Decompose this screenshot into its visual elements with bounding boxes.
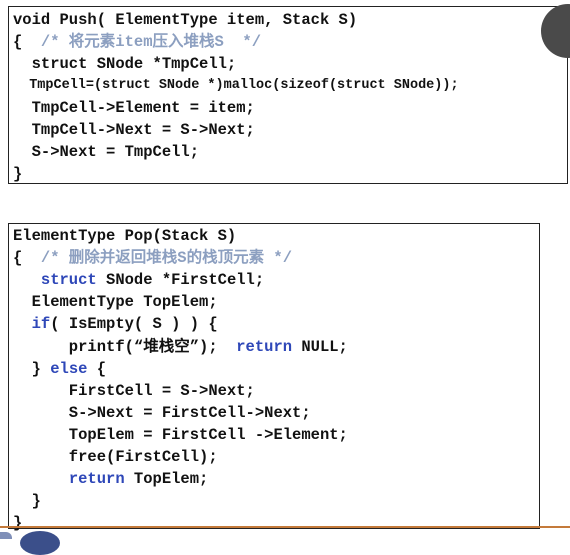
pop-code-line: free(FirstCell); — [13, 447, 218, 467]
code-text: } — [13, 359, 51, 378]
push-code-line: TmpCell->Next = S->Next; — [13, 120, 255, 140]
pop-code-line: if( IsEmpty( S ) ) { — [13, 314, 218, 334]
code-text: TopElem = FirstCell ->Element; — [13, 425, 348, 444]
code-text: ElementType TopElem; — [13, 293, 218, 312]
code-text: printf(“堆栈空”); — [13, 337, 237, 356]
code-keyword: return — [68, 470, 125, 489]
push-code-line: { /* 将元素item压入堆栈S */ — [13, 32, 261, 52]
code-text: FirstCell = S->Next; — [13, 381, 255, 400]
pop-code-block: ElementType Pop(Stack S) { /* 删除并返回堆栈S的栈顶… — [8, 223, 540, 532]
push-code-line: S->Next = TmpCell; — [13, 142, 199, 162]
code-text: S->Next = FirstCell->Next; — [13, 403, 311, 422]
pop-code-line: } — [13, 491, 41, 511]
pop-code-line: TopElem = FirstCell ->Element; — [13, 425, 348, 445]
code-text: TmpCell->Element = item; — [13, 99, 255, 117]
push-code-line: void Push( ElementType item, Stack S) — [13, 10, 357, 30]
pop-code-line: printf(“堆栈空”); return NULL; — [13, 337, 348, 357]
pop-code-line: { /* 删除并返回堆栈S的栈顶元素 */ — [13, 248, 292, 268]
code-keyword: struct — [40, 271, 97, 290]
code-keyword: else — [50, 359, 88, 378]
pop-code-line: struct SNode *FirstCell; — [13, 270, 264, 290]
code-text: { — [13, 249, 41, 268]
code-text: S->Next = TmpCell; — [13, 143, 200, 161]
pop-code-line: } else { — [13, 359, 106, 379]
pop-code-line: ElementType TopElem; — [13, 292, 218, 312]
code-text: TopElem; — [124, 470, 209, 489]
pop-code-line: return TopElem; — [13, 469, 209, 489]
code-text: void Push( ElementType item, Stack S) — [13, 11, 358, 29]
code-text: } — [13, 514, 23, 533]
code-text: { — [13, 33, 41, 51]
code-text: free(FirstCell); — [13, 448, 218, 466]
push-code-line: TmpCell=(struct SNode *)malloc(sizeof(st… — [13, 76, 459, 96]
code-text: NULL; — [292, 337, 348, 356]
bottom-left-decoration — [0, 532, 12, 539]
slide-accent-rule — [0, 526, 570, 528]
code-comment: /* 将元素item压入堆栈S */ — [40, 33, 262, 51]
push-code-line: } — [13, 164, 22, 184]
code-text: } — [13, 165, 23, 183]
pop-code-line: ElementType Pop(Stack S) — [13, 226, 236, 246]
push-code-line: TmpCell->Element = item; — [13, 98, 255, 118]
pop-code-line: } — [13, 513, 22, 533]
code-text: ElementType Pop(Stack S) — [13, 227, 237, 245]
code-keyword: if — [31, 315, 51, 334]
push-code-block: void Push( ElementType item, Stack S) { /… — [8, 6, 568, 184]
code-text: } — [13, 492, 41, 511]
push-code-line: struct SNode *TmpCell; — [13, 54, 237, 74]
code-text: TmpCell->Next = S->Next; — [13, 121, 255, 139]
code-text: struct SNode *TmpCell; — [13, 55, 237, 73]
code-comment: /* 删除并返回堆栈S的栈顶元素 */ — [40, 249, 293, 268]
code-keyword: return — [236, 337, 293, 356]
code-text: SNode *FirstCell; — [96, 271, 265, 290]
bottom-logo-decoration — [20, 531, 60, 555]
code-text: ( IsEmpty( S ) ) { — [50, 315, 218, 334]
code-text: TmpCell=(struct SNode *)malloc(sizeof(st… — [13, 78, 459, 93]
pop-code-line: FirstCell = S->Next; — [13, 381, 255, 401]
code-text: { — [87, 359, 107, 378]
pop-code-line: S->Next = FirstCell->Next; — [13, 403, 311, 423]
